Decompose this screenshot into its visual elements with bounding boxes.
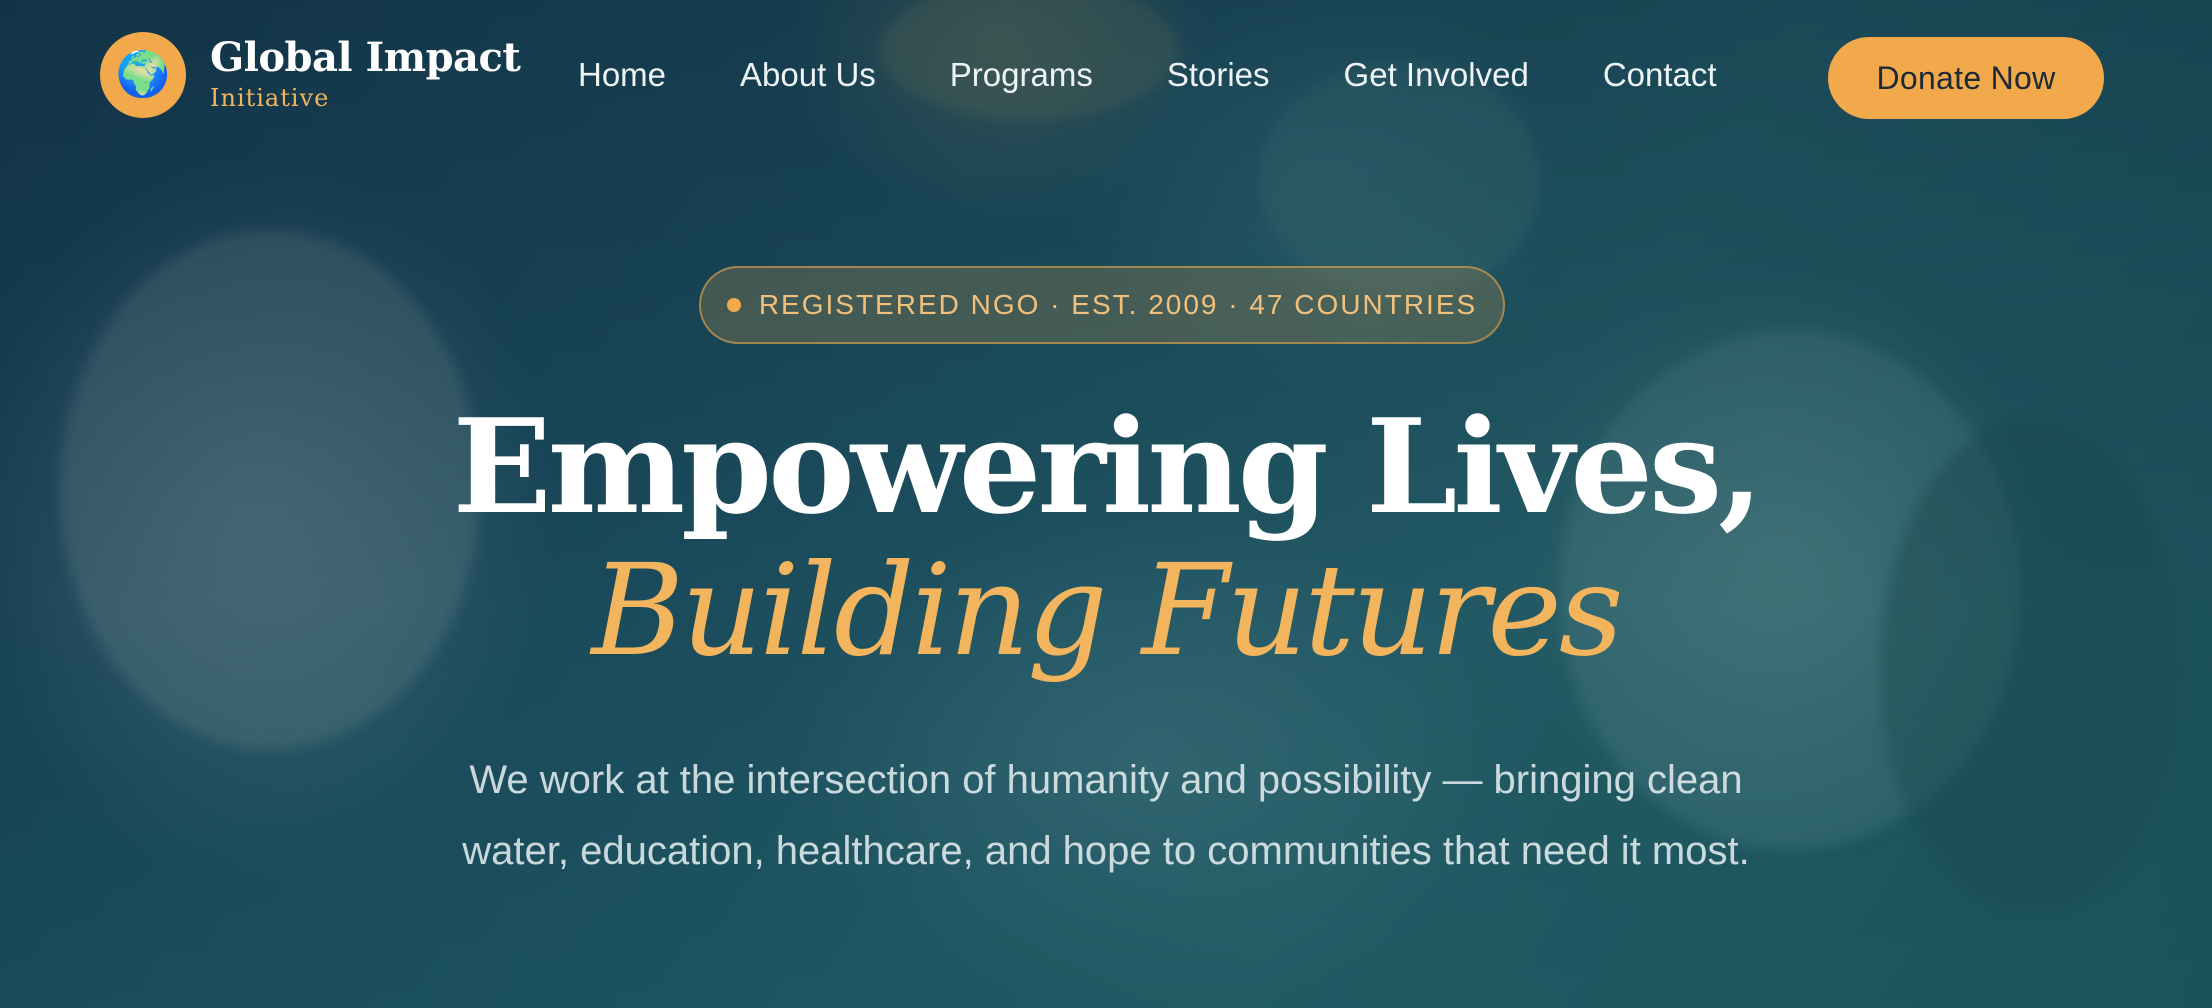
nav-item-about-us[interactable]: About Us xyxy=(740,56,876,94)
nav-item-get-involved[interactable]: Get Involved xyxy=(1344,56,1529,94)
brand-tagline: Initiative xyxy=(210,84,330,112)
nav-item-stories[interactable]: Stories xyxy=(1167,56,1270,94)
badge-dot-icon xyxy=(726,298,741,312)
nav-item-home[interactable]: Home xyxy=(578,56,666,94)
nav-links: Home About Us Programs Stories Get Invol… xyxy=(578,56,1717,94)
nav-item-programs[interactable]: Programs xyxy=(950,56,1093,94)
badge-text: REGISTERED NGO · EST. 2009 · 47 COUNTRIE… xyxy=(758,289,1478,320)
brand-name: Global Impact xyxy=(210,34,521,81)
hero-headline-line1: Empowering Lives, xyxy=(452,390,1764,543)
hero-description: We work at the intersection of humanity … xyxy=(462,758,1750,873)
nav-item-contact[interactable]: Contact xyxy=(1603,56,1717,94)
globe-icon: 🌍 xyxy=(100,32,186,118)
registration-badge: REGISTERED NGO · EST. 2009 · 47 COUNTRIE… xyxy=(699,266,1505,344)
brand-text: Global Impact Initiative xyxy=(210,34,521,113)
brand-logo[interactable]: 🌍 Global Impact Initiative xyxy=(100,32,521,118)
top-navigation: 🌍 Global Impact Initiative Home About Us… xyxy=(0,0,2212,154)
donate-now-button[interactable]: Donate Now xyxy=(1828,37,2104,119)
hero-headline-line2: Building Futures xyxy=(591,537,1624,684)
